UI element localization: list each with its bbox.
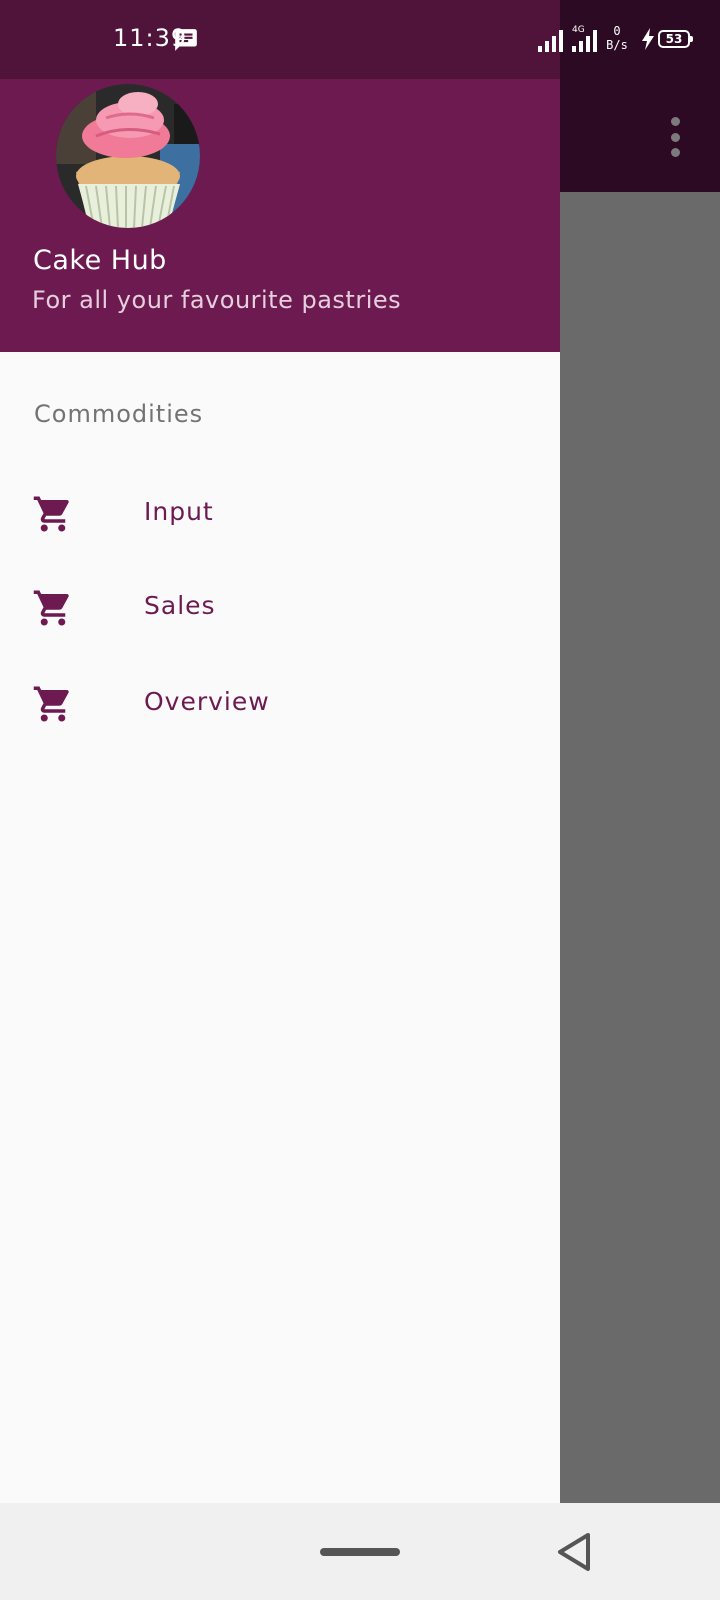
avatar — [56, 84, 200, 228]
cart-icon — [33, 496, 69, 532]
battery-icon: 53 — [658, 30, 693, 48]
signal-4g-icon: 4G — [572, 25, 597, 52]
nav-item-input[interactable]: Input — [0, 466, 560, 562]
status-bar: 11:39 4G 0 B/s 53 — [0, 0, 720, 79]
home-gesture-handle[interactable] — [320, 1548, 400, 1556]
back-icon[interactable] — [552, 1531, 594, 1573]
network-type-label: 4G — [572, 25, 585, 35]
section-label-commodities: Commodities — [34, 400, 204, 428]
menu-dot — [670, 117, 680, 126]
cart-icon — [33, 590, 69, 626]
cart-icon — [33, 686, 69, 722]
battery-level: 53 — [665, 32, 683, 46]
nav-item-sales[interactable]: Sales — [0, 560, 560, 656]
nav-item-label: Overview — [144, 687, 270, 716]
menu-dot — [670, 148, 680, 157]
network-speed-unit: B/s — [606, 38, 628, 52]
network-speed: 0 B/s — [604, 24, 630, 52]
network-speed-value: 0 — [613, 24, 621, 38]
nav-item-overview[interactable]: Overview — [0, 656, 560, 752]
more-vert-icon[interactable] — [660, 112, 690, 162]
nav-item-label: Sales — [144, 591, 216, 620]
app-tagline: For all your favourite pastries — [32, 286, 402, 314]
menu-dot — [670, 132, 680, 142]
navigation-drawer: Cake Hub For all your favourite pastries… — [0, 0, 560, 1503]
nav-item-label: Input — [144, 497, 214, 526]
status-indicators: 4G 0 B/s 53 — [538, 22, 698, 58]
app-name: Cake Hub — [33, 245, 167, 276]
message-icon — [175, 29, 197, 51]
cupcake-image — [56, 84, 200, 228]
status-bar-left — [0, 0, 560, 79]
system-navigation-bar — [0, 1503, 720, 1600]
charging-icon — [642, 28, 654, 50]
signal-icon — [538, 30, 563, 52]
